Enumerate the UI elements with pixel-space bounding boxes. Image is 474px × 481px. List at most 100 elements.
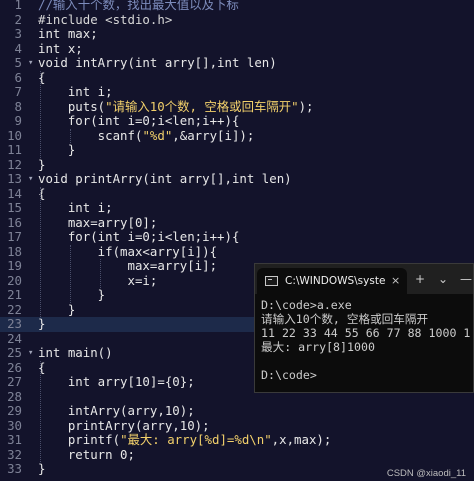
code-token: int max; xyxy=(38,26,98,41)
code-token: "请输入10个数, 空格或回车隔开" xyxy=(105,98,299,114)
line-number: 33 xyxy=(7,461,22,476)
console-titlebar[interactable]: C:\WINDOWS\system32\cmd.exe × + ⌄ — xyxy=(255,264,473,294)
line-number: 5 xyxy=(14,55,22,70)
code-line[interactable]: 10 scanf("%d",&arry[i]); xyxy=(0,127,474,144)
code-token: ); xyxy=(298,98,314,114)
code-token: "最大: arry[%d]=%d\n" xyxy=(120,432,272,447)
code-text: return 0; xyxy=(38,447,135,463)
code-token: puts( xyxy=(38,98,106,114)
minimize-button[interactable]: — xyxy=(460,272,472,286)
fold-toggle-icon[interactable]: ▾ xyxy=(28,56,33,71)
code-line[interactable]: 4 int x; xyxy=(0,40,474,57)
indent-guide xyxy=(40,360,41,462)
code-line[interactable]: 15 int i; xyxy=(0,200,474,216)
code-line[interactable]: 7 int i; xyxy=(0,84,474,100)
line-number: 12 xyxy=(7,156,22,172)
line-number: 31 xyxy=(7,432,22,447)
code-text: if(max<arry[i]){ xyxy=(38,243,218,260)
code-text: max=arry[0]; xyxy=(38,214,158,231)
code-line[interactable]: 14{ xyxy=(0,186,474,202)
code-text: } xyxy=(38,157,45,173)
line-number: 28 xyxy=(7,388,22,404)
line-number: 23 xyxy=(7,316,22,331)
code-line[interactable]: 8 puts("请输入10个数, 空格或回车隔开"); xyxy=(0,98,474,115)
close-tab-icon[interactable]: × xyxy=(391,274,400,287)
code-token: #include <stdio.h> xyxy=(38,11,173,27)
code-text: } xyxy=(38,316,46,332)
code-line[interactable]: 6{ xyxy=(0,69,474,86)
line-number: 26 xyxy=(7,359,22,375)
code-token: } xyxy=(38,287,106,302)
code-text: x=i; xyxy=(38,272,158,289)
line-number: 21 xyxy=(7,287,22,302)
code-text: void intArry(int arry[],int len) xyxy=(38,55,277,71)
code-text: int i; xyxy=(38,200,113,216)
code-token: int arry[10]={0}; xyxy=(38,374,195,389)
code-editor[interactable]: 1 //输入十个数，找出最大值以及下标 2 #include <stdio.h> 3 in… xyxy=(0,0,474,481)
line-number: 16 xyxy=(7,214,22,230)
code-line[interactable]: 12} xyxy=(0,156,474,173)
code-line[interactable]: 11 } xyxy=(0,142,474,158)
line-number: 29 xyxy=(7,403,22,418)
code-token: max=arry[i]; xyxy=(38,258,218,273)
code-line[interactable]: 2 #include <stdio.h> xyxy=(0,11,474,28)
code-token: int x; xyxy=(38,40,83,56)
code-text: printArry(arry,10); xyxy=(38,417,210,434)
code-token: if(max<arry[i]){ xyxy=(38,243,218,259)
line-number: 7 xyxy=(14,84,22,99)
code-text: void printArry(int arry[],int len) xyxy=(38,171,292,187)
code-text: puts("请输入10个数, 空格或回车隔开"); xyxy=(38,98,314,115)
code-token: } xyxy=(38,316,46,331)
console-window[interactable]: C:\WINDOWS\system32\cmd.exe × + ⌄ — D:\c… xyxy=(254,263,474,393)
line-number: 20 xyxy=(7,272,22,288)
code-text: max=arry[i]; xyxy=(38,258,218,274)
code-token: ,&arry[i]); xyxy=(172,127,255,143)
code-text: int arry[10]={0}; xyxy=(38,374,195,390)
code-token: } xyxy=(38,301,76,317)
new-tab-button[interactable]: + xyxy=(415,272,425,286)
code-line[interactable]: 31 printf("最大: arry[%d]=%d\n",x,max); xyxy=(0,432,474,448)
code-line[interactable]: 13 ▾ void printArry(int arry[],int len) xyxy=(0,171,474,187)
fold-toggle-icon[interactable]: ▾ xyxy=(28,172,33,187)
watermark: CSDN @xiaodi_11 xyxy=(386,468,466,479)
code-token: int i; xyxy=(38,200,113,215)
indent-guide xyxy=(70,244,71,303)
code-text: for(int i=0;i<len;i++){ xyxy=(38,229,240,245)
code-text: } xyxy=(38,142,75,158)
code-token: printArry(arry,10); xyxy=(38,417,210,433)
line-number: 4 xyxy=(14,40,22,56)
code-line[interactable]: 30 printArry(arry,10); xyxy=(0,417,474,434)
code-token: printf( xyxy=(38,432,121,447)
line-number: 27 xyxy=(7,374,22,389)
code-line[interactable]: 3 int max; xyxy=(0,26,474,42)
code-text: } xyxy=(38,287,106,303)
code-line[interactable]: 9 for(int i=0;i<len;i++){ xyxy=(0,113,474,129)
code-text: #include <stdio.h> xyxy=(38,11,173,28)
code-text: printf("最大: arry[%d]=%d\n",x,max); xyxy=(38,432,332,448)
console-tab-title: C:\WINDOWS\system32\cmd.exe xyxy=(285,275,385,287)
line-number: 6 xyxy=(14,69,22,85)
line-number: 1 xyxy=(14,0,22,12)
line-number: 8 xyxy=(14,98,22,114)
line-number: 2 xyxy=(14,11,22,27)
code-line[interactable]: 18 if(max<arry[i]){ xyxy=(0,243,474,260)
console-output[interactable]: D:\code>a.exe 请输入10个数, 空格或回车隔开 11 22 33 … xyxy=(255,294,473,382)
line-number: 22 xyxy=(7,301,22,317)
code-line[interactable]: 29 intArry(arry,10); xyxy=(0,403,474,419)
code-token: void printArry(int arry[],int len) xyxy=(38,171,292,186)
fold-toggle-icon[interactable]: ▾ xyxy=(28,346,33,361)
code-line[interactable]: 17 for(int i=0;i<len;i++){ xyxy=(0,229,474,245)
console-tab[interactable]: C:\WINDOWS\system32\cmd.exe × xyxy=(257,268,407,294)
code-token: x=i; xyxy=(38,272,158,288)
indent-guide xyxy=(100,259,101,288)
code-token: scanf( xyxy=(38,127,143,143)
code-line[interactable]: 5 ▾ void intArry(int arry[],int len) xyxy=(0,55,474,71)
indent-guide xyxy=(40,70,41,158)
code-line[interactable]: 16 max=arry[0]; xyxy=(0,214,474,231)
code-token: int main() xyxy=(38,345,113,360)
code-line[interactable]: 32 return 0; xyxy=(0,447,474,463)
code-text: } xyxy=(38,461,45,477)
code-text: } xyxy=(38,301,76,318)
code-token: max=arry[0]; xyxy=(38,214,158,230)
tab-dropdown-button[interactable]: ⌄ xyxy=(438,272,448,286)
